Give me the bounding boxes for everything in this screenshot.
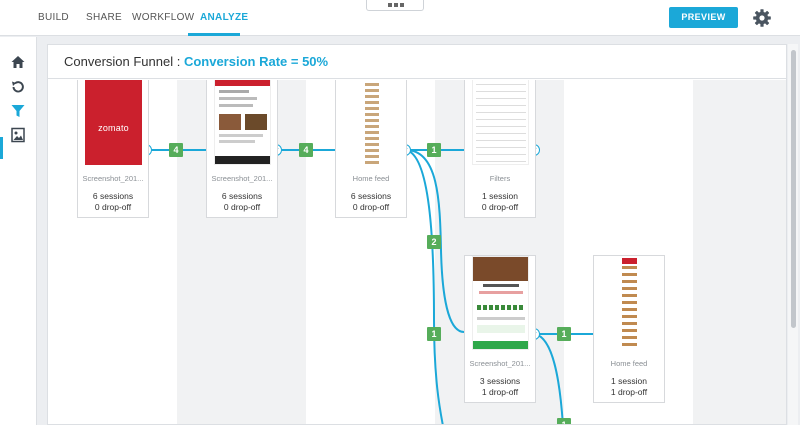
transition-count-badge: 1 <box>557 418 571 424</box>
screen-thumbnail <box>214 80 271 165</box>
card-dropoff: 1 drop-off <box>610 387 648 397</box>
card-dropoff: 0 drop-off <box>223 202 261 212</box>
card-sessions: 6 sessions <box>221 191 263 201</box>
card-name: Home feed <box>352 174 390 183</box>
card-sessions: 1 session <box>611 376 647 386</box>
active-tab-indicator <box>188 33 240 36</box>
card-dropoff: 1 drop-off <box>481 387 519 397</box>
scrollbar-thumb[interactable] <box>791 50 796 328</box>
transition-count-badge: 1 <box>427 327 441 341</box>
tab-share[interactable]: SHARE <box>86 12 122 23</box>
transition-count-badge: 2 <box>427 235 441 249</box>
funnel-step-card[interactable]: Home feed 6 sessions 0 drop-off <box>335 80 407 218</box>
tab-build[interactable]: BUILD <box>38 12 69 23</box>
card-name: Screenshot_201... <box>469 359 531 368</box>
funnel-step-card[interactable]: Screenshot_201... 6 sessions 0 drop-off <box>206 80 278 218</box>
funnel-header: Conversion Funnel : Conversion Rate = 50… <box>48 45 786 79</box>
transition-count-badge: 1 <box>557 327 571 341</box>
transition-count-badge: 4 <box>169 143 183 157</box>
card-name: Filters <box>489 174 511 183</box>
preview-button[interactable]: PREVIEW <box>669 7 738 28</box>
card-name: Home feed <box>610 359 648 368</box>
funnel-step-card[interactable]: Home feed 1 session 1 drop-off <box>593 255 665 403</box>
vertical-scrollbar[interactable] <box>788 44 798 425</box>
funnel-connectors <box>150 149 593 424</box>
card-sessions: 6 sessions <box>350 191 392 201</box>
sidebar-active-indicator <box>0 137 3 159</box>
card-dropoff: 0 drop-off <box>481 202 519 212</box>
screen-thumbnail <box>472 256 529 350</box>
screen-thumbnail <box>472 80 529 165</box>
funnel-step-card[interactable]: Screenshot_201... 3 sessions 1 drop-off <box>464 255 536 403</box>
top-bar: BUILD SHARE WORKFLOW ANALYZE PREVIEW <box>0 0 800 36</box>
image-icon[interactable] <box>10 127 26 143</box>
transition-count-badge: 4 <box>299 143 313 157</box>
zomato-logo: zomato <box>98 123 129 133</box>
funnel-step-card[interactable]: Filters 1 session 0 drop-off <box>464 80 536 218</box>
drag-handle[interactable] <box>366 0 424 11</box>
funnel-canvas: − − − + − 4 4 1 2 1 1 1 zomato Screensho… <box>48 80 786 424</box>
transition-count-badge: 1 <box>427 143 441 157</box>
gear-icon[interactable] <box>752 8 772 28</box>
sidebar <box>0 37 37 425</box>
conversion-rate: Conversion Rate = 50% <box>183 54 329 69</box>
history-icon[interactable] <box>10 79 26 95</box>
screen-thumbnail <box>601 256 658 350</box>
tab-analyze[interactable]: ANALYZE <box>200 12 248 23</box>
funnel-icon[interactable] <box>10 103 26 119</box>
card-sessions: 6 sessions <box>92 191 134 201</box>
card-name: Screenshot_201... <box>211 174 273 183</box>
card-dropoff: 0 drop-off <box>352 202 390 212</box>
home-icon[interactable] <box>10 54 26 70</box>
funnel-panel: Conversion Funnel : Conversion Rate = 50… <box>47 44 787 425</box>
card-sessions: 3 sessions <box>479 376 521 386</box>
screen-thumbnail: zomato <box>85 80 142 165</box>
funnel-step-card[interactable]: zomato Screenshot_201... 6 sessions 0 dr… <box>77 80 149 218</box>
screen-thumbnail <box>343 80 400 165</box>
tab-workflow[interactable]: WORKFLOW <box>132 12 194 23</box>
card-sessions: 1 session <box>482 191 518 201</box>
card-name: Screenshot_201... <box>82 174 144 183</box>
funnel-title: Conversion Funnel : <box>64 54 184 69</box>
card-dropoff: 0 drop-off <box>94 202 132 212</box>
